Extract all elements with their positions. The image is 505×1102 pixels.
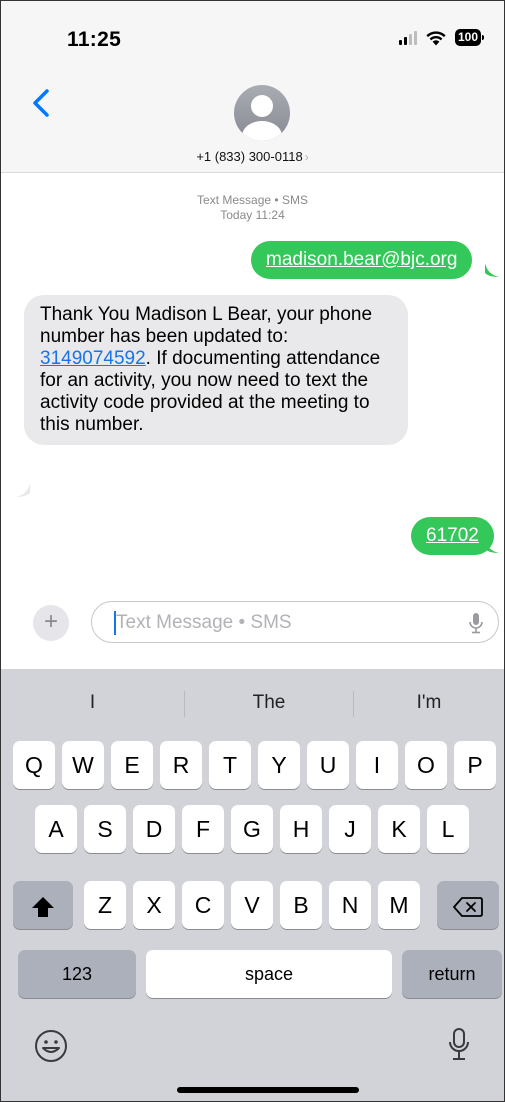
avatar[interactable] [234, 85, 290, 141]
mic-icon[interactable] [468, 612, 484, 634]
key-p[interactable]: P [454, 741, 496, 789]
signal-icon [398, 30, 417, 45]
transcript-meta: Text Message • SMS Today 11:24 [1, 193, 504, 223]
key-x[interactable]: X [133, 881, 175, 929]
key-f[interactable]: F [182, 805, 224, 853]
messages-screen: 11:25 100 +1 (833) 300-0118 › Text Messa… [0, 0, 505, 1102]
key-j[interactable]: J [329, 805, 371, 853]
key-n[interactable]: N [329, 881, 371, 929]
bubble-tail [16, 483, 30, 497]
key-o[interactable]: O [405, 741, 447, 789]
key-s[interactable]: S [84, 805, 126, 853]
shift-key[interactable] [13, 881, 73, 929]
key-r[interactable]: R [160, 741, 202, 789]
key-q[interactable]: Q [13, 741, 55, 789]
key-c[interactable]: C [182, 881, 224, 929]
message-bubble-incoming[interactable]: Thank You Madison L Bear, your phone num… [24, 295, 408, 445]
key-k[interactable]: K [378, 805, 420, 853]
key-d[interactable]: D [133, 805, 175, 853]
contact-name[interactable]: +1 (833) 300-0118 › [1, 149, 504, 164]
key-z[interactable]: Z [84, 881, 126, 929]
return-key[interactable]: return [402, 950, 502, 998]
numbers-key[interactable]: 123 [18, 950, 136, 998]
status-icons: 100 [398, 29, 484, 46]
back-chevron-icon[interactable] [29, 87, 53, 119]
timestamp: Today 11:24 [220, 208, 285, 222]
plus-button[interactable]: + [33, 605, 69, 641]
message-input[interactable]: Text Message • SMS [91, 601, 499, 643]
battery-level: 100 [454, 29, 481, 46]
key-l[interactable]: L [427, 805, 469, 853]
bubble-tail [485, 263, 499, 277]
wifi-icon [426, 30, 446, 45]
suggestion-3[interactable]: I'm [354, 681, 504, 725]
emoji-icon[interactable] [34, 1029, 68, 1063]
key-b[interactable]: B [280, 881, 322, 929]
chevron-right-icon: › [304, 150, 309, 164]
key-u[interactable]: U [307, 741, 349, 789]
input-placeholder: Text Message • SMS [116, 612, 292, 633]
status-time: 11:25 [67, 28, 122, 51]
dictation-icon[interactable] [447, 1027, 471, 1063]
suggestion-2[interactable]: The [185, 681, 353, 725]
message-bubble-outgoing[interactable]: madison.bear@bjc.org [251, 241, 473, 279]
key-h[interactable]: H [280, 805, 322, 853]
key-a[interactable]: A [35, 805, 77, 853]
code-link[interactable]: 61702 [426, 525, 479, 546]
bubble-tail [485, 539, 499, 553]
backspace-key[interactable] [437, 881, 499, 929]
service-label: Text Message • SMS [197, 193, 308, 207]
key-g[interactable]: G [231, 805, 273, 853]
key-y[interactable]: Y [258, 741, 300, 789]
home-indicator [177, 1087, 359, 1093]
key-m[interactable]: M [378, 881, 420, 929]
battery-icon: 100 [454, 29, 484, 46]
key-i[interactable]: I [356, 741, 398, 789]
plus-icon: + [43, 608, 58, 635]
shift-icon [32, 896, 54, 917]
key-e[interactable]: E [111, 741, 153, 789]
key-v[interactable]: V [231, 881, 273, 929]
conversation-header: 11:25 100 +1 (833) 300-0118 › [1, 1, 504, 173]
backspace-icon [453, 897, 483, 917]
key-t[interactable]: T [209, 741, 251, 789]
email-link[interactable]: madison.bear@bjc.org [266, 249, 457, 270]
message-bubble-outgoing[interactable]: 61702 [411, 517, 494, 555]
avatar-icon [251, 95, 273, 117]
suggestion-1[interactable]: I [1, 681, 184, 725]
keyboard: I The I'm Q W E R T Y U I O P A S D F G … [1, 669, 504, 1101]
space-key[interactable]: space [146, 950, 392, 998]
key-w[interactable]: W [62, 741, 104, 789]
phone-link[interactable]: 3149074592 [40, 348, 146, 369]
suggestion-bar: I The I'm [1, 681, 504, 725]
